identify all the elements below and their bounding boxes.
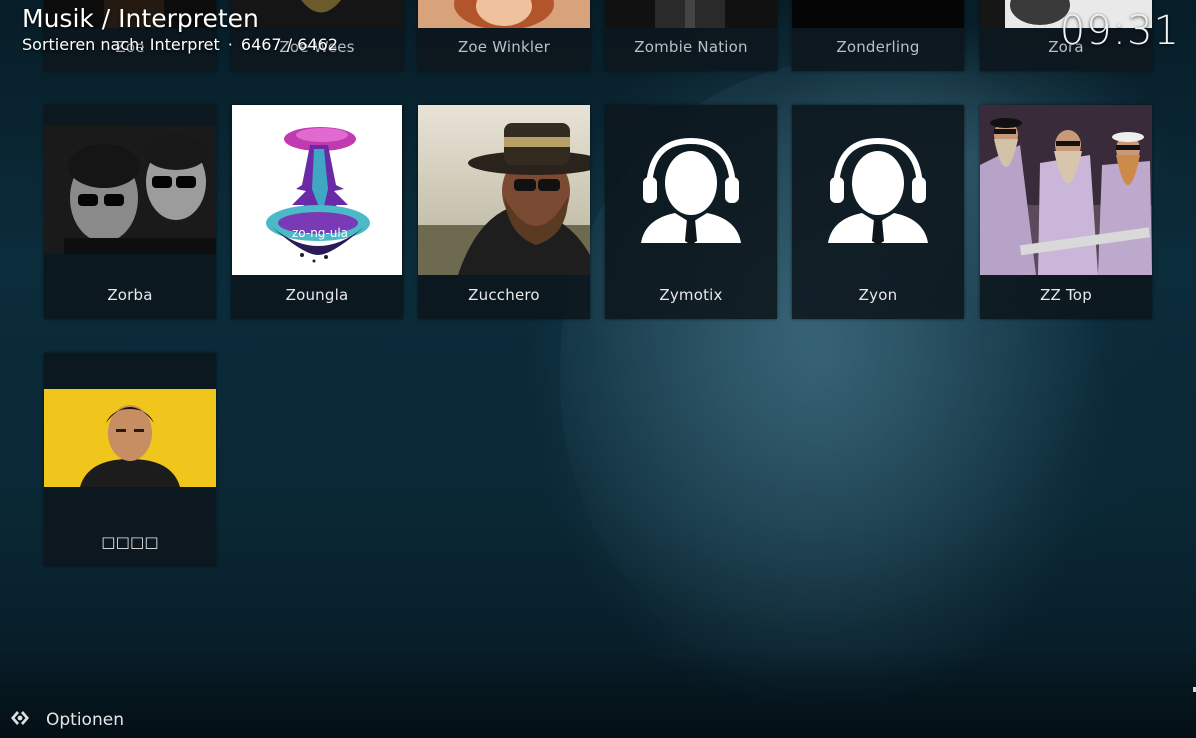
clock: 09:31 [1059, 8, 1180, 54]
artist-tile[interactable]: □□□□ [44, 353, 216, 566]
artist-tile[interactable]: Zonderling [792, 0, 964, 71]
artist-tile[interactable]: Zorba [44, 105, 216, 319]
artist-name: Zorba [107, 286, 153, 304]
default-artist-icon [792, 133, 964, 248]
artist-thumbnail [418, 105, 590, 275]
options-button[interactable]: Optionen [8, 706, 124, 734]
artist-name: Zoungla [285, 286, 349, 304]
artist-name: Zoe Winkler [457, 38, 551, 56]
artist-thumbnail [605, 0, 777, 28]
artist-tile[interactable]: zo-ng-ula Zoungla [231, 105, 403, 319]
artist-tile[interactable]: Zombie Nation [605, 0, 777, 71]
artist-name: Zymotix [659, 286, 723, 304]
breadcrumb: Musik / Interpreten [22, 4, 259, 33]
svg-text:zo-ng-ula: zo-ng-ula [292, 226, 348, 240]
sort-info: Sortieren nach: Interpret · 6467 / 6462 [22, 35, 338, 54]
artist-name: Zombie Nation [634, 38, 748, 56]
separator: · [227, 35, 233, 54]
artist-name: ZZ Top [1040, 286, 1092, 304]
artist-tile[interactable]: Zyon [792, 105, 964, 319]
artist-name: □□□□ [101, 533, 159, 551]
artist-thumbnail [44, 126, 216, 254]
artist-name: Zonderling [836, 38, 920, 56]
default-artist-icon [605, 133, 777, 248]
artist-thumbnail [980, 105, 1152, 275]
gear-icon [8, 706, 32, 734]
footer-shade [0, 648, 1196, 738]
item-count: 6467 / 6462 [240, 35, 338, 54]
artist-tile[interactable]: Zymotix [605, 105, 777, 319]
artist-thumbnail [792, 0, 964, 28]
options-label: Optionen [46, 710, 124, 730]
artist-name: Zyon [858, 286, 898, 304]
artist-thumbnail [418, 0, 590, 28]
artist-name: Zucchero [468, 286, 540, 304]
sort-label[interactable]: Sortieren nach: Interpret [22, 35, 220, 54]
artist-tile[interactable]: Zucchero [418, 105, 590, 319]
artist-tile[interactable]: Zoe Winkler [418, 0, 590, 71]
artist-tile[interactable]: ZZ Top [980, 105, 1152, 319]
artist-thumbnail: zo-ng-ula [231, 105, 403, 275]
artist-thumbnail [44, 389, 216, 487]
